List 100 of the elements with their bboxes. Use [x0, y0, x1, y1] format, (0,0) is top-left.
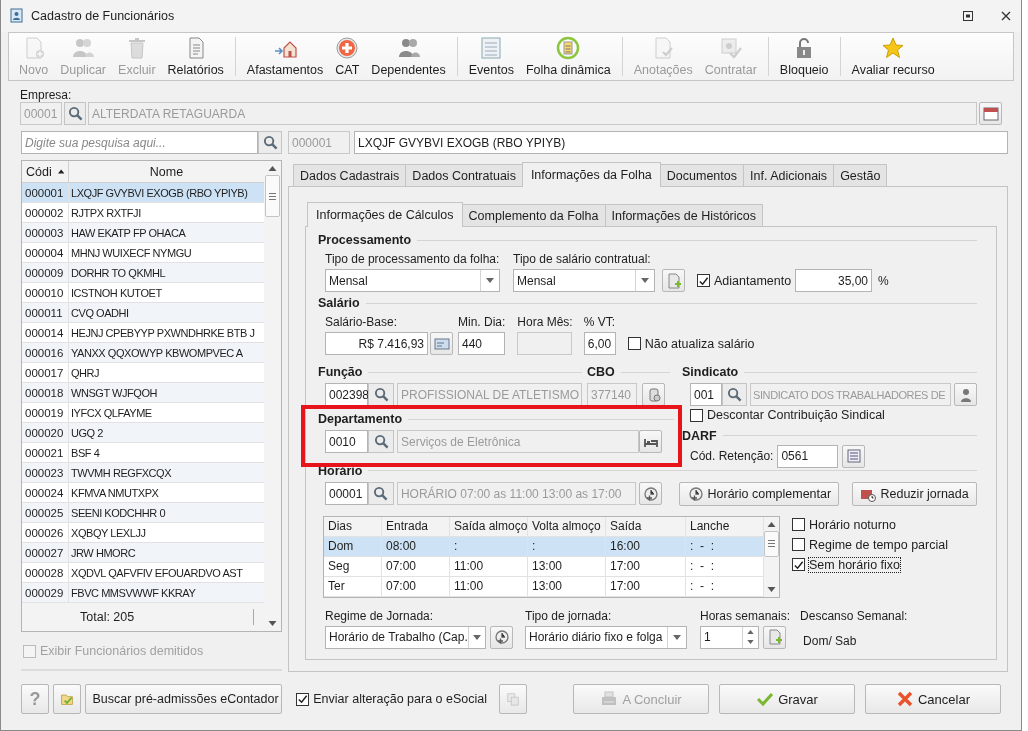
search-button[interactable]: [368, 430, 394, 453]
list-row[interactable]: 000003 HAW EKATP FP OHACA: [22, 223, 264, 243]
toolbar-button[interactable]: Dependentes: [365, 33, 452, 80]
toolbar-button[interactable]: Folha dinâmica: [519, 33, 617, 80]
search-field[interactable]: Digite sua pesquisa aqui...: [21, 131, 258, 154]
checkbox[interactable]: [792, 518, 805, 531]
column-header[interactable]: Nome: [69, 161, 264, 182]
checkbox-label: Regime de tempo parcial: [809, 537, 948, 552]
complementary-schedule-button[interactable]: Horário complementar: [679, 481, 840, 506]
toolbar-button[interactable]: Relatórios: [161, 33, 230, 80]
search-button[interactable]: [258, 131, 282, 154]
list-row[interactable]: 000025 SEENI KODCHHR 0: [22, 503, 264, 523]
list-row[interactable]: 000024 KFMVA NMUTXPX: [22, 483, 264, 503]
scroll-up-icon[interactable]: [767, 521, 776, 527]
list-row[interactable]: 000023 TWVMH REGFXCQX: [22, 463, 264, 483]
scroll-down-icon[interactable]: [268, 621, 277, 626]
list-row[interactable]: 000016 YANXX QQXOWYP KBWOMPVEC A: [22, 343, 264, 363]
list-row[interactable]: 000020 UGQ 2: [22, 423, 264, 443]
tab[interactable]: Informações de Cálculos: [307, 202, 463, 227]
search-button[interactable]: [367, 482, 394, 505]
toolbar-button[interactable]: Afastamentos: [240, 33, 330, 80]
column-header[interactable]: Dias: [324, 516, 382, 536]
clock-plus-button[interactable]: [490, 625, 513, 649]
advance-field[interactable]: 35,00: [795, 269, 872, 292]
toolbar-button[interactable]: Bloqueio: [773, 33, 835, 80]
checkbox[interactable]: [627, 337, 641, 350]
spin-up-icon[interactable]: [747, 629, 754, 634]
tab[interactable]: Dados Contratuais: [405, 164, 523, 186]
dropdown[interactable]: Mensal: [513, 269, 655, 292]
column-header[interactable]: Saída almoço: [450, 516, 528, 536]
person-button[interactable]: [954, 383, 977, 406]
dropdown[interactable]: Horário de Trabalho (Cap.: [325, 625, 486, 649]
list-row[interactable]: 000021 BSF 4: [22, 443, 264, 463]
econtador-button[interactable]: Buscar pré-admissões eContador: [85, 684, 282, 714]
section-heading: Horário: [318, 463, 363, 478]
list-row[interactable]: 000002 RJTPX RXTFJI: [22, 203, 264, 223]
search-button[interactable]: [368, 383, 394, 406]
toolbar-button[interactable]: Avaliar recurso: [845, 33, 941, 80]
list-row[interactable]: 000026 XQBQY LEXLJJ: [22, 523, 264, 543]
employee-name-field[interactable]: LXQJF GVYBVI EXOGB (RBO YPIYB): [354, 131, 1008, 154]
column-header[interactable]: Códi: [22, 161, 69, 182]
column-header[interactable]: Entrada: [382, 516, 450, 536]
search-icon: [373, 486, 389, 501]
reduce-hours-button[interactable]: Reduzir jornada: [852, 481, 977, 506]
search-button[interactable]: [722, 383, 747, 406]
spin-down-icon[interactable]: [747, 640, 754, 645]
column-header[interactable]: Volta almoço: [528, 516, 606, 536]
tab[interactable]: Dados Cadastrais: [293, 164, 407, 186]
dialog-button[interactable]: Gravar: [719, 684, 855, 714]
list-row[interactable]: 000028 XQDVL QAFVFIV EFOUARDVO AST: [22, 563, 264, 583]
checkbox[interactable]: [296, 692, 310, 706]
scroll-up-icon[interactable]: [268, 166, 277, 171]
dropdown[interactable]: Horário diário fixo e folga: [525, 625, 687, 649]
scroll-down-icon[interactable]: [767, 586, 776, 592]
tab[interactable]: Documentos: [659, 164, 744, 186]
list-row[interactable]: 000014 HEJNJ CPEBYYP PXWNDHRKE BTB J: [22, 323, 264, 343]
toolbar-button[interactable]: CAT: [329, 33, 366, 80]
bed-button[interactable]: [639, 430, 662, 453]
tab[interactable]: Gestão: [833, 164, 888, 186]
table-row[interactable]: Dom 08:00 : : 16:00 : - :: [324, 536, 764, 557]
clock-plus-button[interactable]: [639, 482, 663, 505]
table-row[interactable]: Seg 07:00 11:00 13:00 17:00 : - :: [324, 556, 764, 577]
list-row[interactable]: 000019 IYFCX QLFAYME: [22, 403, 264, 423]
weekly-hours-field[interactable]: 1: [700, 625, 759, 649]
base-salary-field[interactable]: R$ 7.416,93: [325, 332, 428, 355]
tab[interactable]: Complemento da Folha: [461, 204, 606, 226]
checkbox[interactable]: [792, 558, 805, 571]
list-row[interactable]: 000009 DORHR TO QKMHL: [22, 263, 264, 283]
restore-icon[interactable]: [963, 11, 973, 21]
list-row[interactable]: 000010 ICSTNOH KUTOET: [22, 283, 264, 303]
dropdown[interactable]: Mensal: [325, 269, 500, 292]
checkbox[interactable]: [792, 538, 805, 551]
minutes-field[interactable]: 440: [458, 332, 505, 355]
tab[interactable]: Inf. Adicionais: [743, 164, 835, 186]
column-header[interactable]: Saída: [606, 516, 686, 536]
department-code-field[interactable]: 0010: [325, 430, 368, 453]
tab[interactable]: Informações da Folha: [521, 162, 661, 187]
dialog-button[interactable]: Cancelar: [865, 684, 1001, 714]
vt-field[interactable]: 6,00: [583, 332, 616, 355]
function-code-field[interactable]: 002398: [325, 383, 368, 406]
schedule-code-field[interactable]: 00001: [325, 482, 368, 505]
close-icon[interactable]: [1001, 11, 1011, 21]
hours-field[interactable]: [517, 332, 573, 355]
list-row[interactable]: 000029 FBVC MMSVWWF KKRAY: [22, 583, 264, 603]
list-row[interactable]: 000004 MHNJ WUIXECF NYMGU: [22, 243, 264, 263]
scrollbar[interactable]: [764, 516, 779, 597]
search-button[interactable]: [64, 102, 86, 125]
table-row[interactable]: Ter 07:00 11:00 13:00 17:00 : - :: [324, 576, 764, 597]
checkbox[interactable]: [690, 408, 703, 422]
checkbox[interactable]: [697, 274, 710, 287]
toolbar-button[interactable]: Eventos: [462, 33, 520, 80]
union-code-field[interactable]: 001: [690, 383, 722, 406]
list-row[interactable]: 000027 JRW HMORC: [22, 543, 264, 563]
scrollbar[interactable]: [264, 161, 281, 631]
list-row[interactable]: 000001 LXQJF GVYBVI EXOGB (RBO YPIYB): [22, 183, 264, 203]
list-row[interactable]: 000017 QHRJ: [22, 363, 264, 383]
list-row[interactable]: 000011 CVQ OADHI: [22, 303, 264, 323]
list-row[interactable]: 000018 WNSGT WJFQOH: [22, 383, 264, 403]
tab[interactable]: Informações de Históricos: [604, 204, 764, 226]
retention-code-field[interactable]: 0561: [777, 444, 839, 468]
